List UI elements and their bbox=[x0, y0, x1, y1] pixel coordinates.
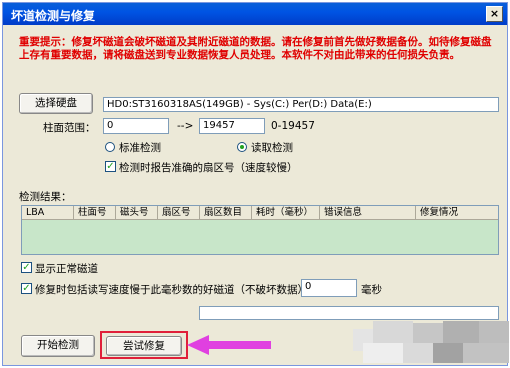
repair-slow-checkbox[interactable]: ✓ bbox=[21, 283, 32, 294]
column-header[interactable]: 柱面号 bbox=[74, 206, 116, 220]
standard-check-radio[interactable] bbox=[105, 142, 115, 152]
title-bar[interactable]: 坏道检测与修复 × bbox=[3, 3, 507, 25]
column-header[interactable]: 修复情况 bbox=[416, 206, 498, 220]
show-normal-checkbox[interactable]: ✓ bbox=[21, 262, 32, 273]
progress-bar bbox=[199, 306, 499, 320]
cylinder-range-hint: 0-19457 bbox=[271, 120, 315, 132]
close-icon: × bbox=[489, 7, 500, 20]
show-normal-label: 显示正常磁道 bbox=[35, 263, 98, 275]
results-table[interactable]: LBA 柱面号 磁头号 扇区号 扇区数目 耗时（毫秒） 错误信息 修复情况 bbox=[21, 205, 499, 255]
start-check-button[interactable]: 开始检测 bbox=[21, 335, 95, 357]
select-disk-button[interactable]: 选择硬盘 bbox=[19, 93, 93, 114]
range-arrow: --> bbox=[177, 120, 194, 132]
column-header[interactable]: 磁头号 bbox=[116, 206, 158, 220]
warning-text: 重要提示：修复坏磁道会破坏磁道及其附近磁道的数据。请在修复前首先做好数据备份。如… bbox=[19, 36, 492, 61]
column-header[interactable]: 耗时（毫秒） bbox=[252, 206, 320, 220]
pixelated-area bbox=[353, 321, 509, 365]
window-title: 坏道检测与修复 bbox=[11, 9, 96, 23]
read-check-radio[interactable] bbox=[237, 142, 247, 152]
results-label: 检测结果： bbox=[19, 191, 72, 203]
report-sector-label: 检测时报告准确的扇区号（速度较慢） bbox=[119, 162, 298, 174]
close-button[interactable]: × bbox=[486, 6, 503, 22]
standard-check-label: 标准检测 bbox=[119, 142, 161, 154]
column-header[interactable]: 错误信息 bbox=[320, 206, 416, 220]
cylinder-end-input[interactable]: 19457 bbox=[199, 118, 265, 134]
repair-slow-label: 修复时包括读写速度慢于此毫秒数的好磁道（不破坏数据）： bbox=[35, 284, 314, 296]
pointer-arrow-icon bbox=[187, 335, 271, 355]
selected-disk-field[interactable]: HD0:ST3160318AS(149GB) - Sys(C:) Per(D:)… bbox=[103, 97, 499, 112]
cylinder-range-label: 柱面范围： bbox=[43, 122, 96, 134]
cylinder-start-input[interactable]: 0 bbox=[103, 118, 169, 134]
report-sector-checkbox[interactable]: ✓ bbox=[105, 161, 116, 172]
bad-sector-dialog: 坏道检测与修复 × 重要提示：修复坏磁道会破坏磁道及其附近磁道的数据。请在修复前… bbox=[2, 2, 509, 366]
highlight-box bbox=[100, 331, 188, 359]
read-check-label: 读取检测 bbox=[251, 142, 293, 154]
column-header[interactable]: 扇区数目 bbox=[200, 206, 252, 220]
column-header[interactable]: LBA bbox=[22, 206, 74, 220]
repair-slow-unit: 毫秒 bbox=[361, 284, 382, 296]
repair-slow-ms-input[interactable]: 0 bbox=[301, 279, 357, 297]
column-header[interactable]: 扇区号 bbox=[158, 206, 200, 220]
results-table-header: LBA 柱面号 磁头号 扇区号 扇区数目 耗时（毫秒） 错误信息 修复情况 bbox=[22, 206, 498, 220]
